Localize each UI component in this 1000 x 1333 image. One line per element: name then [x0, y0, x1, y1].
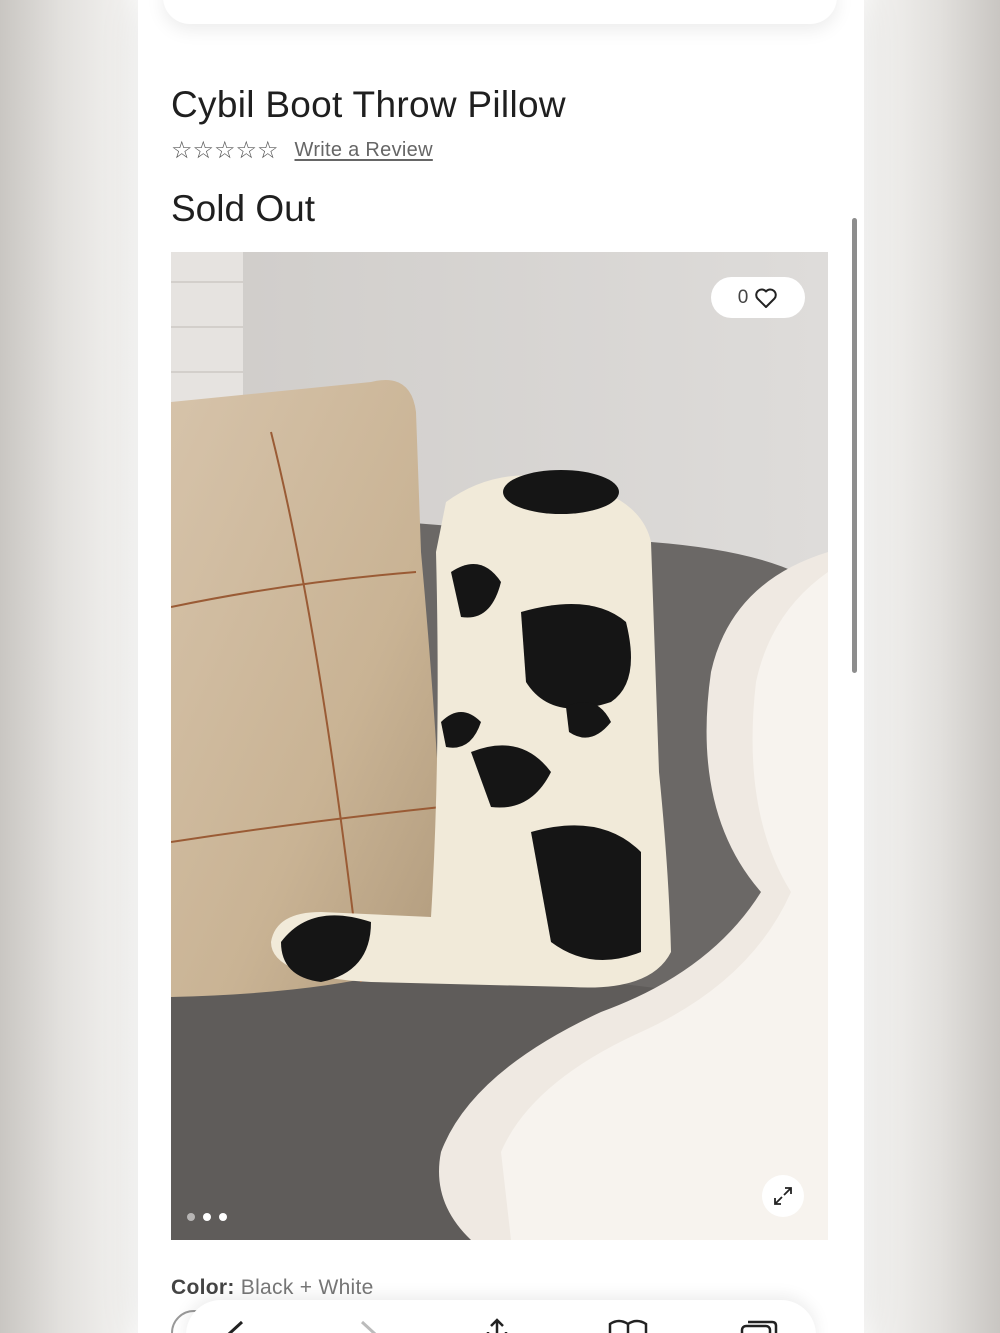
chevron-left-icon[interactable] — [224, 1318, 248, 1333]
star-icon: ☆ — [214, 136, 236, 164]
product-image[interactable] — [171, 252, 828, 1240]
site-header — [163, 0, 837, 24]
star-icon: ☆ — [257, 136, 279, 164]
chevron-right-icon[interactable] — [356, 1318, 380, 1333]
tabs-icon[interactable] — [740, 1318, 778, 1333]
book-icon[interactable] — [608, 1318, 648, 1333]
color-label: Color: — [171, 1276, 235, 1299]
carousel-dots — [187, 1213, 227, 1221]
product-title: Cybil Boot Throw Pillow — [171, 84, 566, 125]
star-icon: ☆ — [171, 136, 193, 164]
heart-icon — [755, 288, 778, 308]
color-value: Black + White — [240, 1276, 374, 1299]
carousel-dot-active[interactable] — [203, 1213, 211, 1221]
stock-status: Sold Out — [171, 188, 315, 229]
like-button[interactable]: 0 — [711, 277, 805, 318]
product-photo-illustration — [171, 252, 828, 1240]
expand-icon — [774, 1187, 792, 1205]
like-count: 0 — [737, 286, 749, 308]
share-icon[interactable] — [482, 1318, 512, 1333]
expand-image-button[interactable] — [762, 1175, 804, 1217]
star-icon: ☆ — [192, 136, 215, 164]
carousel-dot[interactable] — [219, 1213, 227, 1221]
color-selector-label: Color: Black + White — [171, 1276, 374, 1300]
browser-toolbar — [186, 1300, 816, 1333]
star-icon: ☆ — [235, 136, 258, 164]
scrollbar[interactable] — [852, 218, 857, 673]
rating-stars: ☆ ☆ ☆ ☆ ☆ — [171, 137, 279, 163]
carousel-dot[interactable] — [187, 1213, 195, 1221]
write-review-link[interactable]: Write a Review — [295, 139, 433, 162]
rating-row: ☆ ☆ ☆ ☆ ☆ Write a Review — [171, 137, 433, 163]
